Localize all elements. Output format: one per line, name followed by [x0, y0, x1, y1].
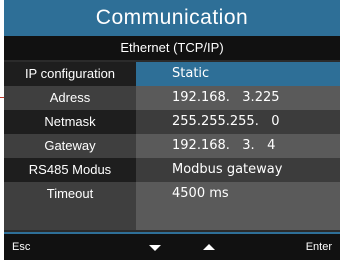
triangle-up-icon[interactable]: [203, 244, 215, 250]
setting-value: 255.255.255. 0: [136, 110, 340, 134]
enter-softkey[interactable]: Enter: [306, 234, 332, 260]
settings-list: IP configuration Static Adress 192.168. …: [4, 62, 340, 206]
esc-softkey[interactable]: Esc: [12, 234, 30, 260]
setting-value: 192.168. 3. 4: [136, 134, 340, 158]
setting-value: 4500 ms: [136, 182, 340, 206]
empty-value-cell: [136, 206, 340, 230]
setting-label: Gateway: [4, 134, 136, 158]
setting-row-rs485-modus[interactable]: RS485 Modus Modbus gateway: [4, 158, 340, 182]
softkey-bar: Esc Enter: [4, 232, 340, 260]
setting-value: Modbus gateway: [136, 158, 340, 182]
setting-row-netmask[interactable]: Netmask 255.255.255. 0: [4, 110, 340, 134]
empty-row: [4, 206, 340, 230]
device-screen: Communication Ethernet (TCP/IP) IP confi…: [4, 0, 340, 260]
setting-label: Netmask: [4, 110, 136, 134]
setting-label: Adress: [4, 86, 136, 110]
setting-value: Static: [136, 62, 340, 86]
setting-row-timeout[interactable]: Timeout 4500 ms: [4, 182, 340, 206]
setting-label: IP configuration: [4, 62, 136, 86]
setting-label: Timeout: [4, 182, 136, 206]
screen-title: Communication: [4, 0, 340, 36]
setting-label: RS485 Modus: [4, 158, 136, 182]
triangle-down-icon[interactable]: [149, 245, 161, 251]
setting-row-ip-configuration[interactable]: IP configuration Static: [4, 62, 340, 86]
setting-row-gateway[interactable]: Gateway 192.168. 3. 4: [4, 134, 340, 158]
setting-row-address[interactable]: Adress 192.168. 3.225: [4, 86, 340, 110]
empty-label-cell: [4, 206, 136, 230]
setting-value: 192.168. 3.225: [136, 86, 340, 110]
screen-subtitle: Ethernet (TCP/IP): [4, 36, 340, 60]
